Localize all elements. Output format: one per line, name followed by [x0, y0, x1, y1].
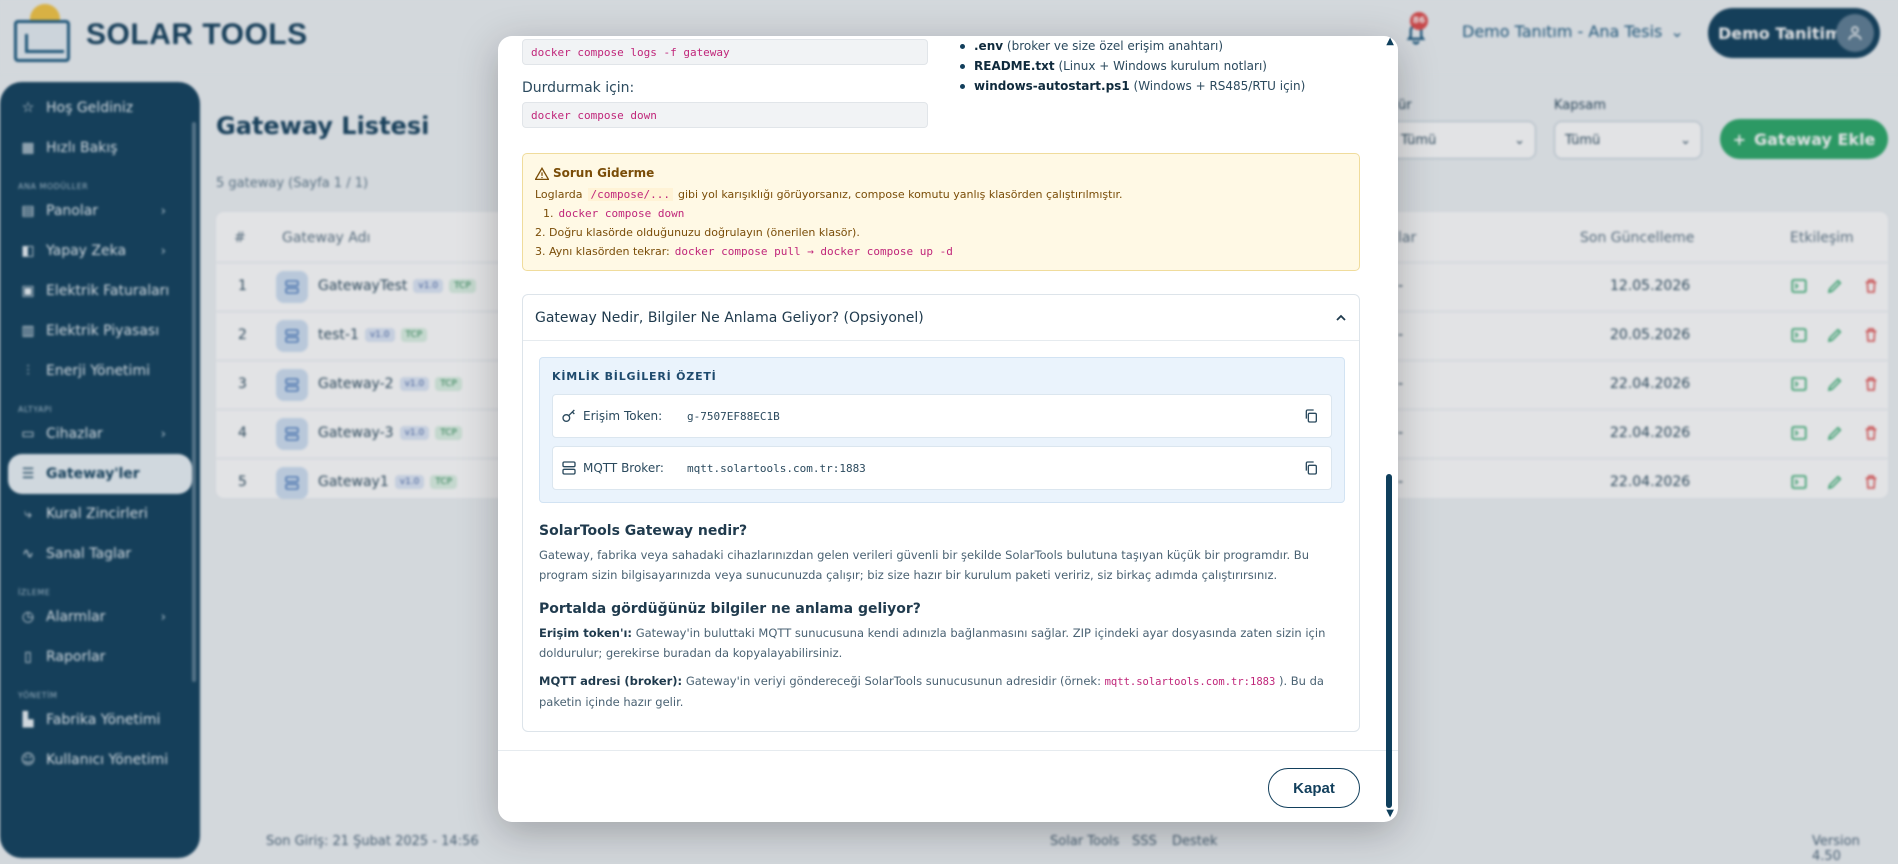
- key-icon: [562, 409, 575, 422]
- info-accordion-title: Gateway Nedir, Bilgiler Ne Anlama Geliyo…: [535, 309, 924, 326]
- step-number: 1.: [543, 207, 554, 220]
- token-value: g-7507EF88EC1B: [687, 409, 780, 423]
- identity-summary: KİMLİK BİLGİLERİ ÖZETİ Erişim Token: g-7…: [539, 357, 1345, 503]
- troubleshooting-step-2: 2. Doğru klasörde olduğunuzu doğrulayın …: [535, 226, 860, 239]
- gateway-setup-modal: docker compose logs -f gateway Durdurmak…: [498, 36, 1398, 822]
- what-is-gateway-text: Gateway, fabrika veya sahadaki cihazları…: [539, 548, 1309, 582]
- file-desc: (Windows + RS485/RTU için): [1133, 79, 1306, 93]
- file-name: .env: [974, 39, 1004, 53]
- troubleshooting-step-1: 1. docker compose down: [535, 204, 1347, 223]
- copy-broker-icon[interactable]: [1303, 460, 1319, 476]
- inline-code: /compose/...: [587, 188, 673, 201]
- token-row: Erişim Token: g-7507EF88EC1B: [552, 394, 1332, 438]
- list-item: .env (broker ve size özel erişim anahtar…: [960, 36, 1305, 56]
- troubleshooting-title-text: Sorun Giderme: [553, 166, 655, 180]
- troubleshooting-box: Sorun Giderme Loglarda /compose/... gibi…: [522, 153, 1360, 271]
- troubleshooting-step-3: 3. Aynı klasörden tekrar: docker compose…: [535, 242, 1347, 261]
- copy-token-icon[interactable]: [1303, 408, 1319, 424]
- text: 3. Aynı klasörden tekrar:: [535, 245, 670, 258]
- token-text: Gateway'in buluttaki MQTT sunucusuna ken…: [539, 626, 1326, 660]
- server-icon: [562, 461, 576, 475]
- inline-code: mqtt.solartools.com.tr:1883: [1104, 676, 1276, 688]
- broker-explanation: MQTT adresi (broker): Gateway'in veriyi …: [539, 671, 1339, 712]
- close-button[interactable]: Kapat: [1268, 768, 1360, 808]
- inline-code: docker compose down: [558, 207, 685, 220]
- troubleshooting-line: Loglarda /compose/... gibi yol karışıklı…: [535, 185, 1347, 204]
- file-name: README.txt: [974, 59, 1055, 73]
- modal-scrollbar[interactable]: [1386, 474, 1392, 808]
- package-file-list: .env (broker ve size özel erişim anahtar…: [960, 36, 1305, 96]
- warning-icon: [535, 166, 549, 180]
- stop-label: Durdurmak için:: [522, 80, 635, 96]
- what-is-gateway-title: SolarTools Gateway nedir?: [539, 523, 748, 539]
- troubleshooting-title: Sorun Giderme: [535, 166, 1347, 180]
- scroll-up-icon[interactable]: ▲: [1386, 36, 1394, 47]
- broker-label: MQTT Broker:: [583, 461, 664, 475]
- list-item: windows-autostart.ps1 (Windows + RS485/R…: [960, 76, 1305, 96]
- token-explanation: Erişim token'ı: Gateway'in buluttaki MQT…: [539, 623, 1339, 663]
- divider: [498, 750, 1398, 751]
- broker-value: mqtt.solartools.com.tr:1883: [687, 461, 866, 475]
- token-term: Erişim token'ı:: [539, 626, 633, 640]
- file-desc: (Linux + Windows kurulum notları): [1058, 59, 1267, 73]
- token-label: Erişim Token:: [583, 409, 663, 423]
- list-item: README.txt (Linux + Windows kurulum notl…: [960, 56, 1305, 76]
- chevron-up-icon: [1336, 314, 1346, 321]
- text: Loglarda: [535, 188, 583, 201]
- info-accordion-toggle[interactable]: Gateway Nedir, Bilgiler Ne Anlama Geliyo…: [523, 295, 1359, 341]
- meaning-title: Portalda gördüğünüz bilgiler ne anlama g…: [539, 601, 921, 617]
- broker-row: MQTT Broker: mqtt.solartools.com.tr:1883: [552, 446, 1332, 490]
- file-desc: (broker ve size özel erişim anahtarı): [1006, 39, 1224, 53]
- text: gibi yol karışıklığı görüyorsanız, compo…: [677, 188, 1123, 201]
- broker-text: Gateway'in veriyi göndereceği SolarTools…: [685, 674, 1101, 688]
- stop-command: docker compose down: [522, 102, 928, 128]
- broker-term: MQTT adresi (broker):: [539, 674, 683, 688]
- identity-summary-title: KİMLİK BİLGİLERİ ÖZETİ: [552, 370, 717, 383]
- info-accordion: Gateway Nedir, Bilgiler Ne Anlama Geliyo…: [522, 294, 1360, 732]
- file-name: windows-autostart.ps1: [974, 79, 1130, 93]
- logs-command: docker compose logs -f gateway: [522, 39, 928, 65]
- scroll-down-icon[interactable]: ▼: [1386, 808, 1394, 819]
- inline-code: docker compose pull → docker compose up …: [674, 245, 953, 258]
